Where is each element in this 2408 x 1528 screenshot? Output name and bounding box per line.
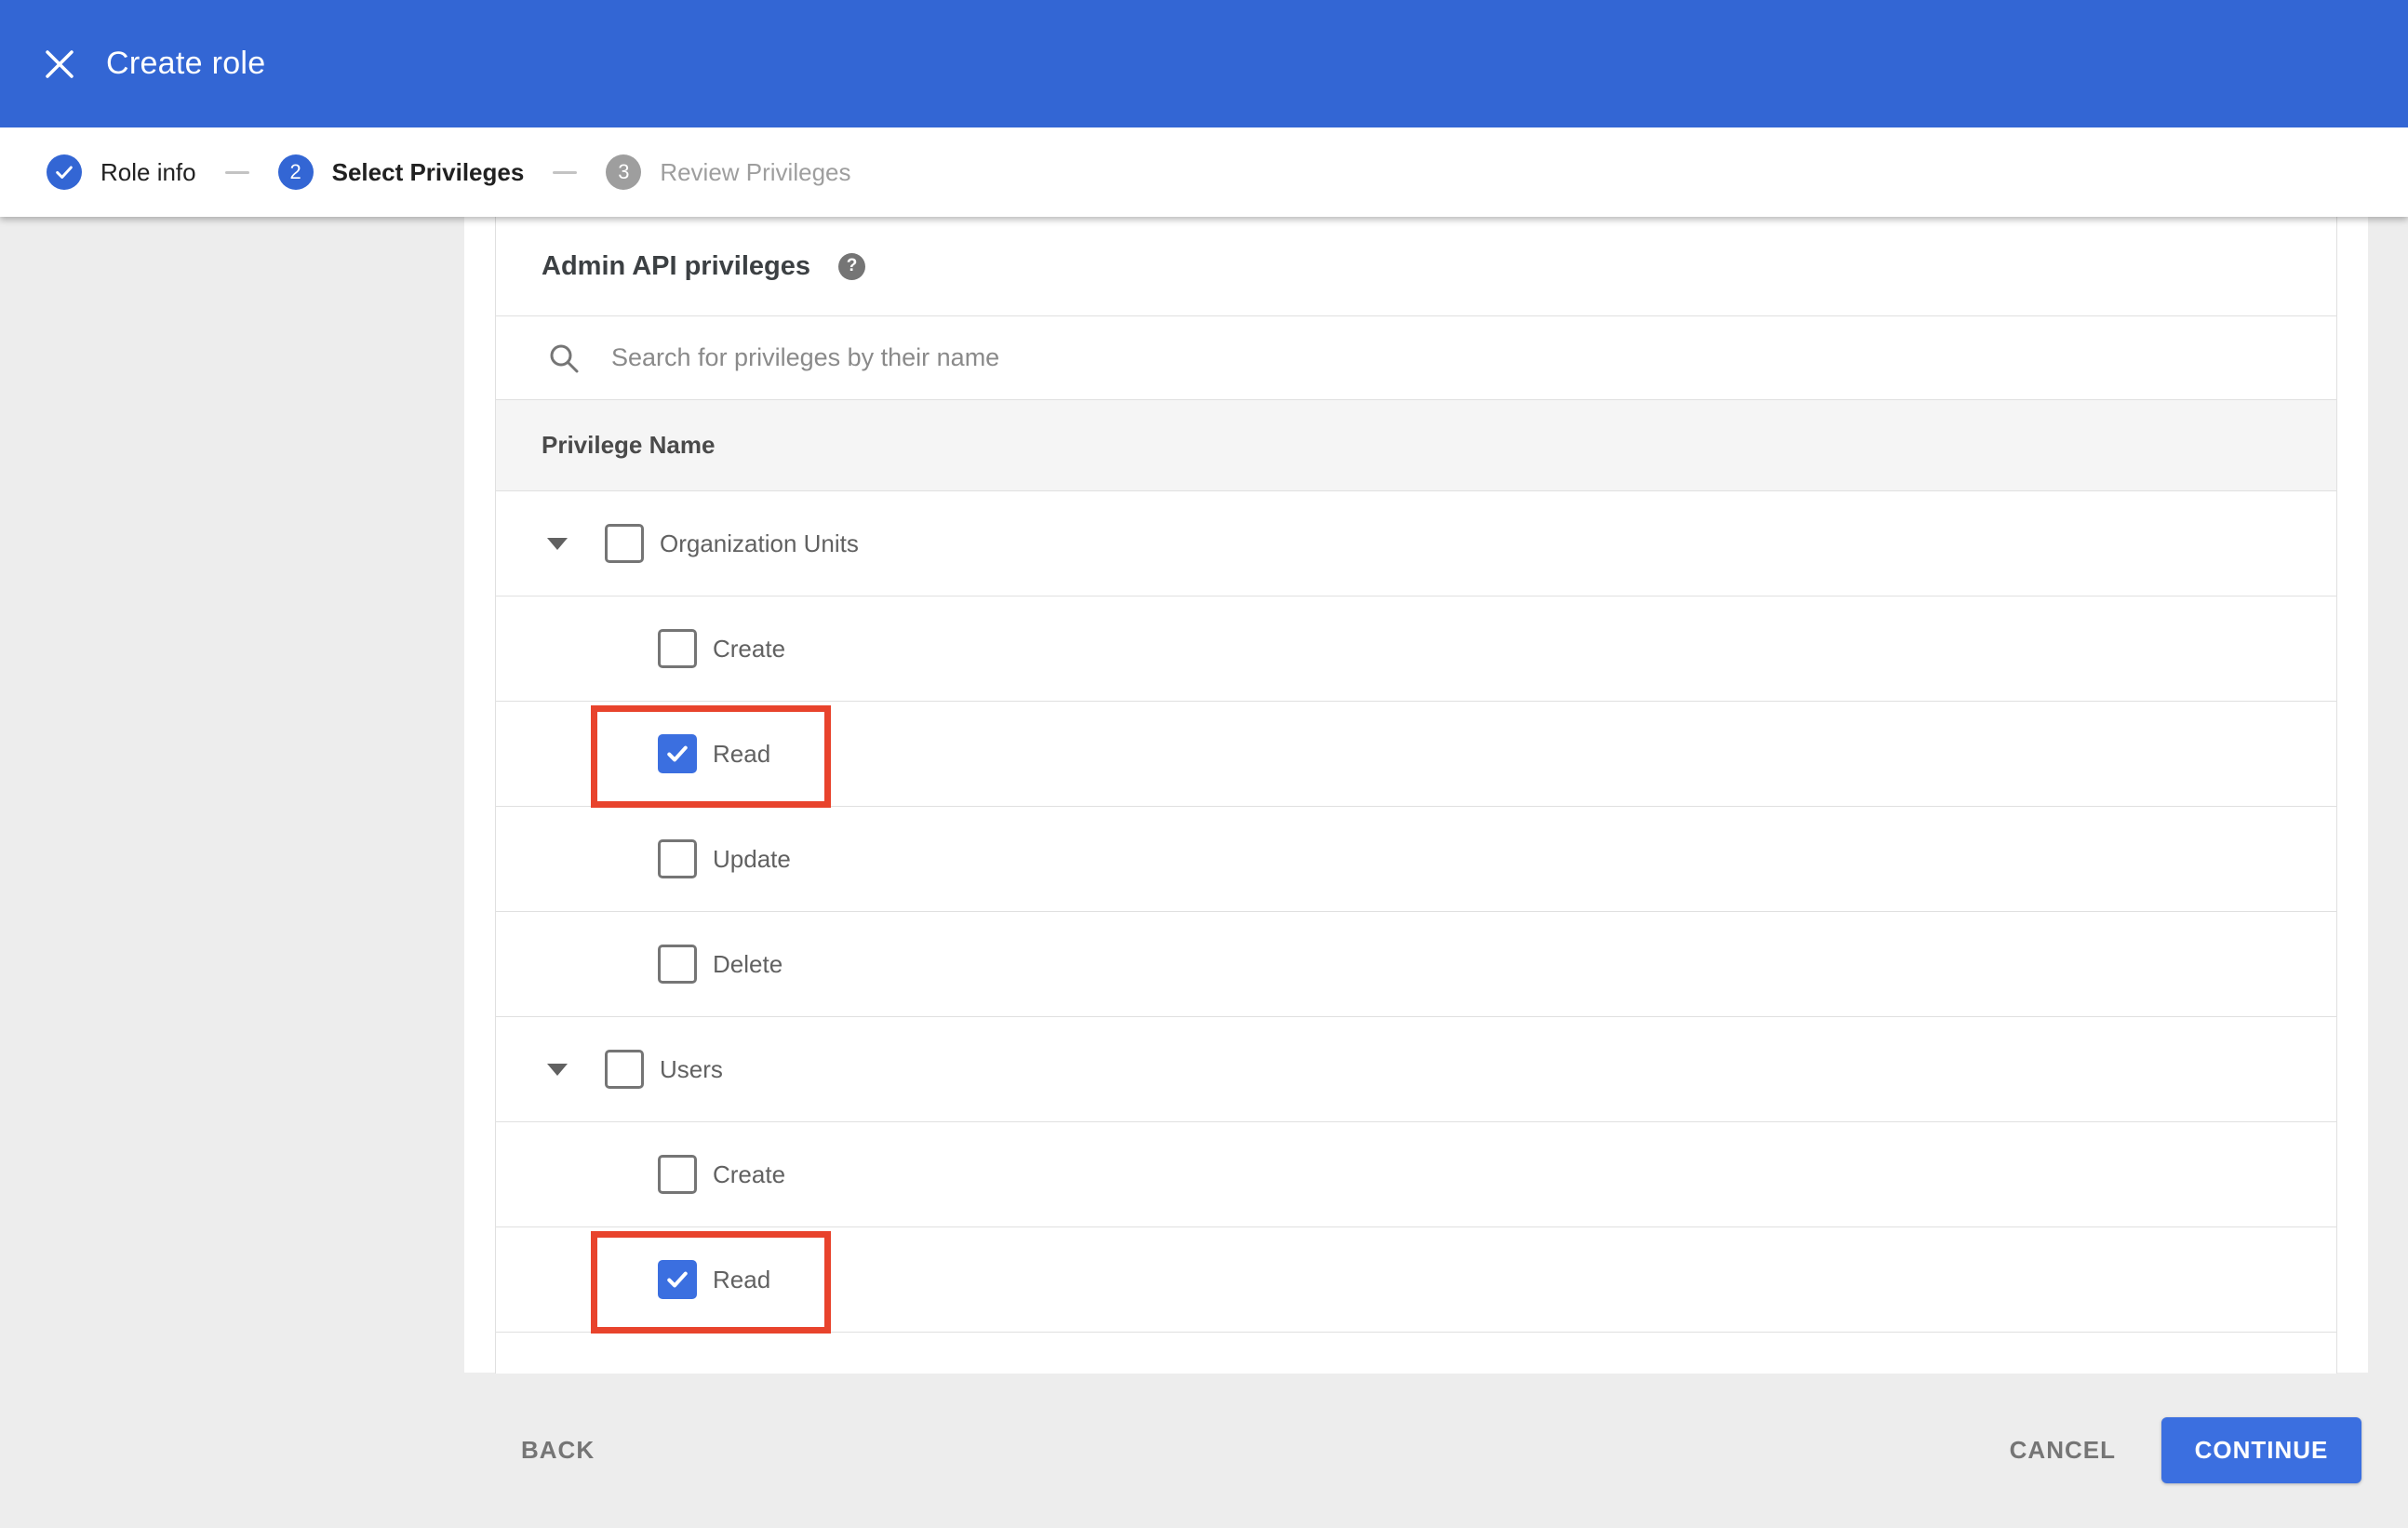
column-header-label: Privilege Name: [542, 431, 716, 459]
help-icon[interactable]: ?: [838, 252, 865, 280]
privilege-row: Update: [496, 807, 2336, 912]
privilege-row: Delete: [496, 912, 2336, 1017]
collapse-triangle-icon[interactable]: [547, 1063, 568, 1076]
highlight-annotation: [591, 705, 831, 808]
collapse-triangle-icon[interactable]: [547, 537, 568, 550]
checkbox-users-create[interactable]: [658, 1155, 697, 1194]
checkbox-orgunits-delete[interactable]: [658, 945, 697, 984]
help-glyph: ?: [846, 256, 858, 275]
dialog-footer: BACK CANCEL CONTINUE: [0, 1373, 2408, 1528]
privilege-label: Update: [713, 844, 791, 873]
check-icon: [667, 1271, 688, 1288]
checkbox-orgunits-create[interactable]: [658, 629, 697, 668]
stepper-connector: [553, 170, 578, 174]
dialog-body: Admin API privileges ? Privilege Name: [0, 217, 2408, 1374]
checkbox-users-read[interactable]: [658, 1260, 697, 1299]
privilege-label: Organization Units: [660, 529, 859, 557]
check-icon: [667, 745, 688, 762]
section-title: Admin API privileges: [542, 250, 810, 281]
wizard-stepper: Role info 2 Select Privileges 3 Review P…: [0, 127, 2408, 217]
dialog-header: Create role: [0, 0, 2408, 127]
continue-button[interactable]: CONTINUE: [2161, 1417, 2361, 1483]
privileges-panel: Admin API privileges ? Privilege Name: [464, 217, 2368, 1374]
section-title-row: Admin API privileges ?: [496, 217, 2336, 316]
checkbox-orgunits-update[interactable]: [658, 839, 697, 878]
step-role-info[interactable]: Role info: [47, 154, 196, 190]
privilege-label: Read: [713, 739, 771, 768]
back-button[interactable]: BACK: [521, 1436, 595, 1465]
privilege-label: Read: [713, 1265, 771, 1293]
close-icon[interactable]: [39, 44, 80, 85]
privilege-label: Users: [660, 1054, 723, 1083]
search-icon: [550, 344, 579, 372]
privilege-group-row: Organization Units: [496, 491, 2336, 596]
highlight-annotation: [591, 1231, 831, 1334]
privilege-search-row: [496, 316, 2336, 400]
step-label: Role info: [100, 157, 196, 186]
step-select-privileges[interactable]: 2 Select Privileges: [277, 154, 525, 190]
privilege-row-partial: [496, 1333, 2336, 1374]
checkbox-orgunits-read[interactable]: [658, 734, 697, 773]
step-number: 2: [277, 154, 314, 190]
dialog-title: Create role: [106, 46, 266, 81]
step-review-privileges[interactable]: 3 Review Privileges: [606, 154, 851, 190]
privilege-label: Create: [713, 634, 786, 663]
privilege-row: Create: [496, 1122, 2336, 1227]
stepper-connector: [224, 170, 249, 174]
step-complete-check-icon: [47, 154, 82, 190]
privilege-row: Read: [496, 702, 2336, 808]
cancel-button[interactable]: CANCEL: [2010, 1436, 2116, 1465]
privilege-search-input[interactable]: [611, 343, 1914, 372]
checkbox-organization-units[interactable]: [605, 524, 644, 563]
privileges-table: Admin API privileges ? Privilege Name: [495, 217, 2337, 1374]
privilege-row: Create: [496, 596, 2336, 702]
privilege-group-row: Users: [496, 1017, 2336, 1122]
step-label: Select Privileges: [331, 157, 525, 186]
step-label: Review Privileges: [660, 157, 851, 186]
step-number: 3: [606, 154, 642, 190]
privilege-row: Read: [496, 1227, 2336, 1334]
privilege-label: Create: [713, 1159, 786, 1188]
privilege-label: Delete: [713, 949, 783, 978]
checkbox-users[interactable]: [605, 1050, 644, 1089]
table-column-header: Privilege Name: [496, 400, 2336, 491]
